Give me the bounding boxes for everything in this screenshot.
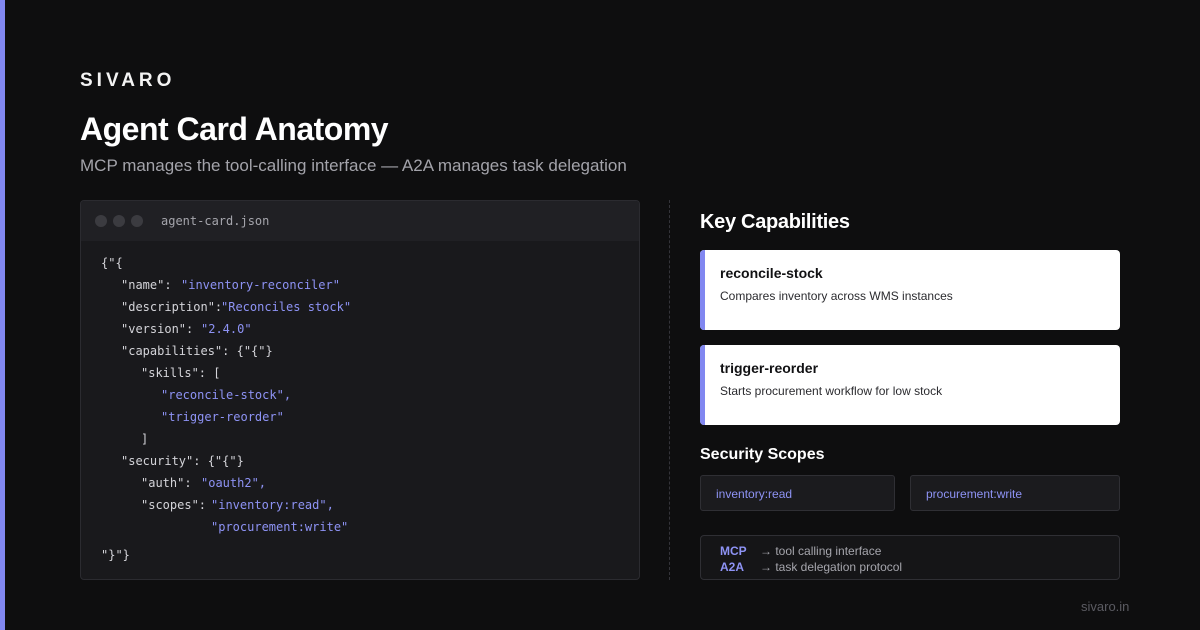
code-value-scope: "inventory:read", <box>211 498 334 512</box>
code-key-security: "security": {"{"} <box>121 454 244 468</box>
window-dot-icon <box>131 215 143 227</box>
scope-label: procurement:write <box>926 487 1023 501</box>
page-subtitle: MCP manages the tool-calling interface —… <box>80 156 627 175</box>
code-line-close: "}"} <box>101 548 130 562</box>
legend-value: → tool calling interface <box>760 544 882 558</box>
window-dot-icon <box>95 215 107 227</box>
code-line-open: {"{ <box>101 256 123 270</box>
security-scopes-heading: Security Scopes <box>700 446 825 463</box>
card-accent-stripe <box>700 345 705 425</box>
legend-key: A2A <box>720 560 745 574</box>
protocol-legend: MCP → tool calling interface A2A → task de… <box>700 535 1120 580</box>
capability-name: trigger-reorder <box>720 360 819 376</box>
scope-label: inventory:read <box>716 487 793 501</box>
code-key-auth: "auth": <box>141 476 192 490</box>
legend-key: MCP <box>720 544 747 558</box>
code-key-name: "name": <box>121 278 172 292</box>
code-key-description: "description": <box>121 300 223 314</box>
code-body: {"{ "name": "inventory-reconciler" "desc… <box>81 241 639 579</box>
code-value-skill: "trigger-reorder" <box>161 410 284 424</box>
code-value-version: "2.4.0" <box>201 322 252 336</box>
code-key-version: "version": <box>121 322 194 336</box>
section-divider <box>669 200 670 580</box>
capability-description: Compares inventory across WMS instances <box>720 289 953 303</box>
code-value-skill: "reconcile-stock", <box>161 388 292 402</box>
window-dot-icon <box>113 215 125 227</box>
scope-badge-procurement-write: procurement:write <box>910 475 1120 511</box>
code-value-name: "inventory-reconciler" <box>181 278 340 292</box>
capabilities-heading: Key Capabilities <box>700 211 850 233</box>
scope-badge-inventory-read: inventory:read <box>700 475 895 511</box>
capability-name: reconcile-stock <box>720 265 823 281</box>
legend-row-a2a: A2A → task delegation protocol <box>720 560 902 574</box>
legend-row-mcp: MCP → tool calling interface <box>720 544 881 558</box>
code-titlebar: agent-card.json <box>81 201 639 241</box>
capability-description: Starts procurement workflow for low stoc… <box>720 384 943 398</box>
capability-card-reconcile-stock: reconcile-stock Compares inventory acros… <box>700 250 1120 330</box>
legend-value: → task delegation protocol <box>760 560 903 574</box>
capability-card-trigger-reorder: trigger-reorder Starts procurement workf… <box>700 345 1120 425</box>
code-key-scopes: "scopes": <box>141 498 207 512</box>
code-value-scope: "procurement:write" <box>211 520 349 534</box>
code-skills-close: ] <box>141 432 149 446</box>
accent-bar <box>0 0 5 630</box>
code-filename: agent-card.json <box>161 214 270 228</box>
code-key-capabilities: "capabilities": {"{"} <box>121 344 273 358</box>
code-key-skills: "skills": [ <box>141 366 221 380</box>
page-title: Agent Card Anatomy <box>80 111 389 147</box>
brand-logo: SIVARO <box>80 70 176 91</box>
code-value-auth: "oauth2", <box>201 476 267 490</box>
code-window: agent-card.json {"{ "name": "inventory-r… <box>80 200 640 580</box>
code-value-description: "Reconciles stock" <box>221 300 352 314</box>
footer-url: sivaro.in <box>1081 599 1130 614</box>
card-accent-stripe <box>700 250 705 330</box>
